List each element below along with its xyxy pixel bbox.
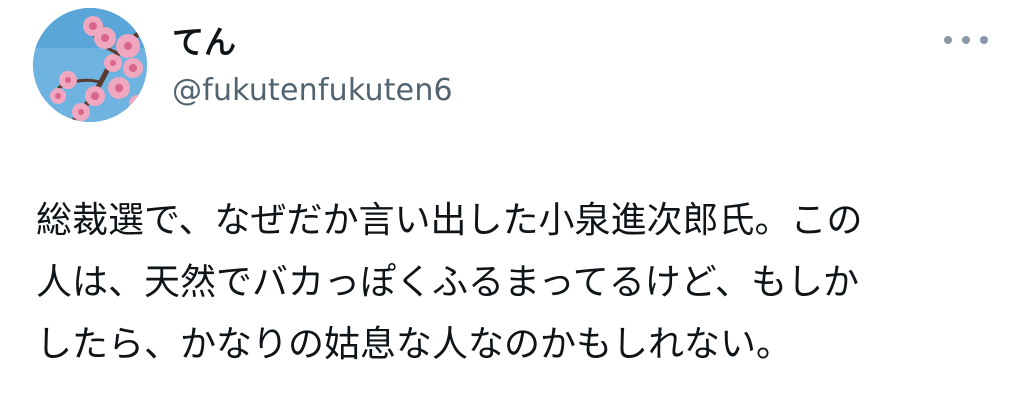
more-options-button[interactable] xyxy=(944,28,988,52)
more-options-icon xyxy=(980,36,988,44)
user-handle[interactable]: @fukutenfukuten6 xyxy=(172,72,453,110)
tweet-text-line: 人は、天然でバカっぽくふるまってるけど、もしか xyxy=(36,262,859,303)
tweet-card: てん @fukutenfukuten6 総裁選で、なぜだか言い出した小泉進次郎氏… xyxy=(0,0,1024,406)
tweet-text-line: したら、かなりの姑息な人なのかもしれない。 xyxy=(36,324,793,365)
tweet-text: 総裁選で、なぜだか言い出した小泉進次郎氏。この 人は、天然でバカっぽくふるまって… xyxy=(36,190,996,376)
user-avatar[interactable] xyxy=(33,8,147,122)
display-name[interactable]: てん xyxy=(172,22,236,62)
tweet-text-line: 総裁選で、なぜだか言い出した小泉進次郎氏。この xyxy=(36,200,863,241)
cherry-blossom-avatar-icon xyxy=(33,8,147,122)
more-options-icon xyxy=(962,36,970,44)
more-options-icon xyxy=(944,36,952,44)
